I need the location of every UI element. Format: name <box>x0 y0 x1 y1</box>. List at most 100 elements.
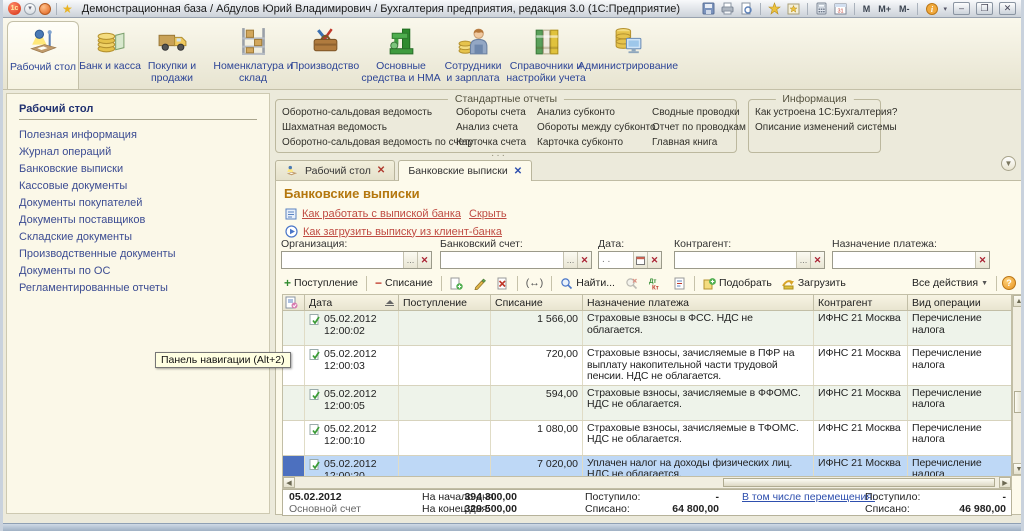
clear-button[interactable]: ✕ <box>417 252 431 268</box>
report-link[interactable]: Оборотно-сальдовая ведомость <box>282 107 432 118</box>
clear-find-button[interactable] <box>622 276 641 291</box>
sidebar-item[interactable]: Кассовые документы <box>7 178 269 195</box>
show-postings-dtkt-button[interactable]: ДтКт <box>645 276 666 291</box>
sidebar-item[interactable]: Регламентированные отчеты <box>7 280 269 297</box>
clear-button[interactable]: ✕ <box>975 252 989 268</box>
receipt-button[interactable]: +Поступление <box>281 275 361 291</box>
load-button[interactable]: Загрузить <box>779 276 849 291</box>
table-row[interactable]: 05.02.201212:00:20 7 020,00 Уплачен нало… <box>283 456 1011 477</box>
report-link[interactable]: Анализ субконто <box>537 107 615 118</box>
sidebar-item[interactable]: Полезная информация <box>7 127 269 144</box>
report-link[interactable]: Карточка субконто <box>537 137 623 148</box>
report-link[interactable]: Главная книга <box>652 137 717 148</box>
app-logo-1c-icon[interactable]: 1с <box>8 2 21 15</box>
section-production[interactable]: Производство <box>293 21 357 89</box>
set-interval-button[interactable]: (↔) <box>523 276 547 290</box>
help-button[interactable]: ? <box>1002 276 1016 290</box>
save-icon[interactable] <box>701 2 716 16</box>
report-link[interactable]: Шахматная ведомость <box>282 122 387 133</box>
header-doc-icon[interactable] <box>283 295 305 310</box>
column-header-contractor[interactable]: Контрагент <box>814 295 908 310</box>
section-employees-salary[interactable]: Сотрудники и зарплата <box>441 21 505 89</box>
sidebar-item[interactable]: Банковские выписки <box>7 161 269 178</box>
column-header-writeoff[interactable]: Списание <box>491 295 583 310</box>
vertical-scrollbar[interactable]: ▲ ▼ <box>1012 294 1024 476</box>
table-row[interactable]: 05.02.201212:00:03 720,00 Страховые взно… <box>283 346 1011 386</box>
memory-m-plus-button[interactable]: M+ <box>876 4 893 14</box>
close-tab-icon[interactable]: ✕ <box>514 166 522 177</box>
tab-desktop[interactable]: Рабочий стол ✕ <box>275 160 395 180</box>
date-filter-input[interactable]: . . ✕ <box>598 251 662 269</box>
section-inventory-warehouse[interactable]: Номенклатура и склад <box>213 21 293 89</box>
report-link[interactable]: Сводные проводки <box>652 107 740 118</box>
print-icon[interactable] <box>720 2 735 16</box>
minimize-button[interactable]: – <box>953 2 970 15</box>
scroll-right-icon[interactable]: ▶ <box>999 477 1011 488</box>
report-link[interactable]: Карточка счета <box>456 137 526 148</box>
hide-link[interactable]: Скрыть <box>469 208 507 220</box>
memory-m-button[interactable]: M <box>861 4 873 14</box>
print-preview-icon[interactable] <box>739 2 754 16</box>
sidebar-item[interactable]: Документы покупателей <box>7 195 269 212</box>
favorites-list-icon[interactable] <box>786 2 801 16</box>
sidebar-item[interactable]: Журнал операций <box>7 144 269 161</box>
clear-button[interactable]: ✕ <box>577 252 591 268</box>
favorites-star-icon[interactable]: ★ <box>62 3 73 15</box>
info-icon[interactable]: i <box>924 2 939 16</box>
contractor-filter-input[interactable]: …✕ <box>674 251 825 269</box>
sidebar-item[interactable]: Складские документы <box>7 229 269 246</box>
org-filter-input[interactable]: …✕ <box>281 251 432 269</box>
report-button[interactable] <box>670 276 689 291</box>
choose-button[interactable]: … <box>563 252 577 268</box>
table-row[interactable]: 05.02.201212:00:10 1 080,00 Страховые вз… <box>283 421 1011 456</box>
vertical-scroll-thumb[interactable] <box>1014 391 1024 413</box>
info-dropdown-chevron-icon[interactable]: ▾ <box>943 5 947 13</box>
close-button[interactable]: ✕ <box>999 2 1016 15</box>
calendar-picker-icon[interactable] <box>633 252 647 268</box>
sidebar-item[interactable]: Производственные документы <box>7 246 269 263</box>
choose-button[interactable]: … <box>796 252 810 268</box>
report-link[interactable]: Анализ счета <box>456 122 518 133</box>
add-favorite-icon[interactable] <box>767 2 782 16</box>
calendar-icon[interactable]: 31 <box>833 2 848 16</box>
scroll-up-icon[interactable]: ▲ <box>1013 295 1024 307</box>
scroll-left-icon[interactable]: ◀ <box>283 477 295 488</box>
info-link[interactable]: Описание изменений системы <box>755 122 897 133</box>
column-header-receipt[interactable]: Поступление <box>399 295 491 310</box>
close-tab-icon[interactable]: ✕ <box>377 165 385 176</box>
section-purchases-sales[interactable]: Покупки и продажи <box>141 21 203 89</box>
edit-pencil-button[interactable] <box>470 276 489 291</box>
column-header-purpose[interactable]: Назначение платежа <box>583 295 814 310</box>
clear-button[interactable]: ✕ <box>810 252 824 268</box>
report-link[interactable]: Отчет по проводкам <box>652 122 746 133</box>
section-bank-cash[interactable]: Банк и касса <box>79 21 141 89</box>
section-fixed-assets[interactable]: Основные средства и НМА <box>357 21 445 89</box>
info-link[interactable]: Как устроена 1С:Бухгалтерия? <box>755 107 897 118</box>
all-actions-button[interactable]: Все действия▼ <box>909 276 991 290</box>
sidebar-item[interactable]: Документы по ОС <box>7 263 269 280</box>
tab-bank-statements[interactable]: Банковские выписки ✕ <box>398 160 532 181</box>
restore-button[interactable]: ❐ <box>976 2 993 15</box>
column-header-date[interactable]: Дата <box>305 295 399 310</box>
transfers-link[interactable]: В том числе перемещения: <box>742 491 875 503</box>
section-administration[interactable]: Администрирование <box>587 21 669 89</box>
report-link[interactable]: Обороты между субконто <box>537 122 656 133</box>
sidebar-item[interactable]: Документы поставщиков <box>7 212 269 229</box>
horizontal-scrollbar[interactable]: ◀ ▶ <box>282 476 1012 489</box>
section-desktop[interactable]: Рабочий стол <box>7 21 79 89</box>
scroll-down-icon[interactable]: ▼ <box>1013 463 1024 475</box>
pick-button[interactable]: Подобрать <box>700 276 775 291</box>
how-to-load-link[interactable]: Как загрузить выписку из клиент-банка <box>303 226 502 238</box>
how-to-work-link[interactable]: Как работать с выпиской банка <box>302 208 461 220</box>
choose-button[interactable]: … <box>403 252 417 268</box>
account-filter-input[interactable]: …✕ <box>440 251 592 269</box>
horizontal-scroll-thumb[interactable] <box>723 478 995 487</box>
writeoff-button[interactable]: −Списание <box>372 275 436 291</box>
report-link[interactable]: Оборотно-сальдовая ведомость по счету <box>282 137 474 148</box>
main-menu-chevron-icon[interactable]: ▾ <box>24 3 36 15</box>
report-link[interactable]: Обороты счета <box>456 107 526 118</box>
purpose-filter-input[interactable]: ✕ <box>832 251 990 269</box>
column-header-operation[interactable]: Вид операции <box>908 295 1011 310</box>
table-row[interactable]: 05.02.201212:00:05 594,00 Страховые взно… <box>283 386 1011 421</box>
delete-button[interactable] <box>493 276 512 291</box>
